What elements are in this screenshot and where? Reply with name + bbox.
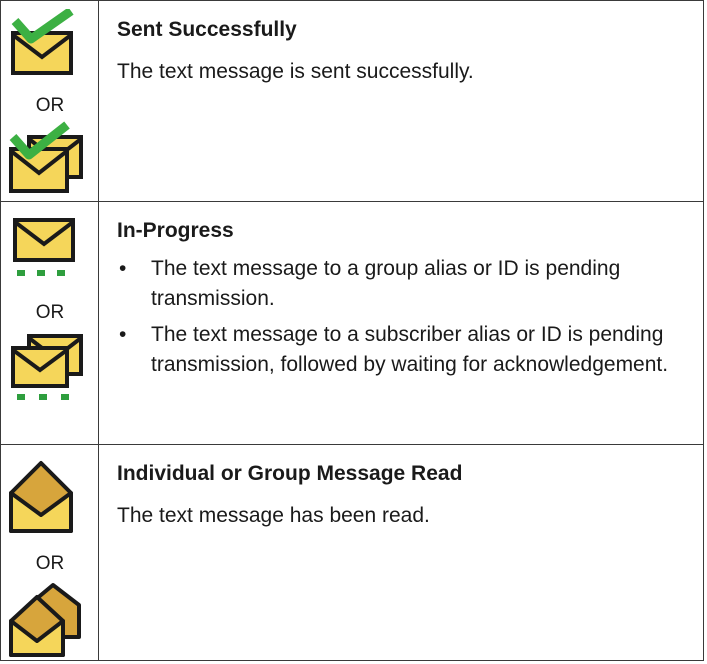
row-heading: Individual or Group Message Read: [117, 462, 463, 485]
bullet-list: • The text message to a group alias or I…: [117, 254, 691, 380]
row-description: The text message has been read.: [117, 504, 430, 527]
list-item: • The text message to a subscriber alias…: [117, 320, 691, 380]
envelope-pending-icon: [13, 218, 75, 276]
table-row-in-progress: OR In-Progress • The text message to a g…: [1, 201, 703, 444]
list-item-text: The text message to a subscriber alias o…: [151, 323, 669, 376]
text-cell: Sent Successfully The text message is se…: [117, 1, 691, 87]
bullet-symbol: •: [119, 257, 127, 280]
table-row-message-read: OR Individual or Group Message Read The …: [1, 444, 703, 660]
text-cell: In-Progress • The text message to a grou…: [117, 202, 691, 386]
or-label: OR: [35, 553, 65, 574]
icon-cell: OR: [1, 445, 99, 660]
or-label: OR: [35, 302, 65, 323]
or-label: OR: [35, 95, 65, 116]
icon-cell: OR: [1, 202, 99, 444]
status-icons-table: OR Sent Successfully The text message is…: [0, 0, 704, 661]
table-row-sent-successfully: OR Sent Successfully The text message is…: [1, 1, 703, 201]
row-heading: In-Progress: [117, 219, 234, 242]
envelopes-pending-icon: [11, 334, 83, 400]
list-item: • The text message to a group alias or I…: [117, 254, 691, 314]
row-heading: Sent Successfully: [117, 18, 297, 41]
list-item-text: The text message to a group alias or ID …: [151, 257, 621, 310]
envelopes-check-icon: [9, 121, 83, 193]
text-cell: Individual or Group Message Read The tex…: [117, 445, 691, 531]
envelopes-open-icon: [9, 583, 81, 657]
icon-cell: OR: [1, 1, 99, 201]
row-description: The text message is sent successfully.: [117, 60, 474, 83]
bullet-symbol: •: [119, 323, 127, 346]
envelope-open-icon: [9, 461, 73, 533]
envelope-check-icon: [11, 9, 74, 75]
